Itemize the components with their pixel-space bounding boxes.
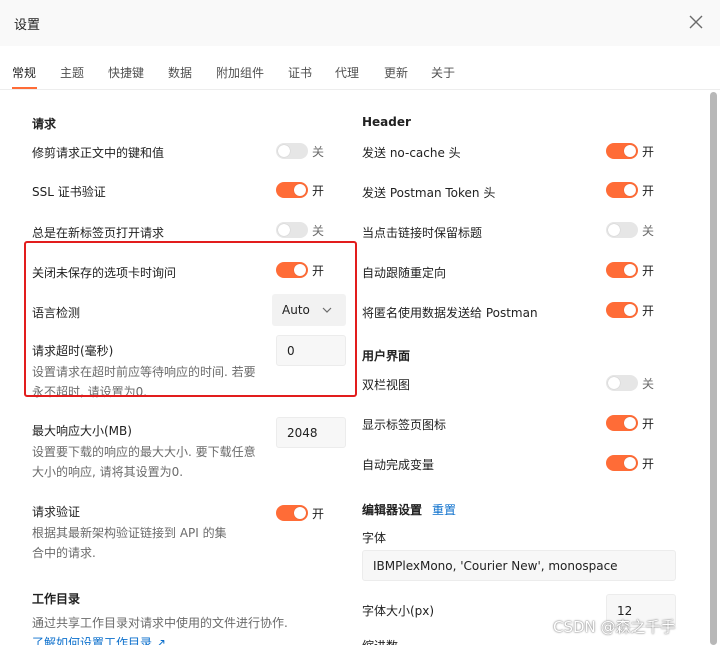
keep-title-toggle[interactable] — [606, 222, 638, 238]
no-cache-state: 开 — [642, 145, 655, 159]
request-heading: 请求 — [32, 117, 57, 131]
show-tab-icons-toggle[interactable] — [606, 415, 638, 431]
show-tab-icons-state: 开 — [642, 417, 655, 431]
postman-token-state: 开 — [642, 184, 655, 198]
ssl-verify-label: SSL 证书验证 — [32, 185, 106, 199]
font-value: IBMPlexMono, 'Courier New', monospace — [373, 558, 618, 573]
keep-title-label: 当点击链接时保留标题 — [362, 226, 483, 240]
new-tab-toggle[interactable] — [276, 222, 308, 238]
autocomplete-vars-toggle[interactable] — [606, 455, 638, 471]
request-validation-label: 请求验证 — [32, 505, 81, 519]
font-size-label: 字体大小(px) — [362, 604, 435, 618]
request-validation-toggle[interactable] — [276, 505, 308, 521]
settings-tabs: 常规 主题 快捷键 数据 附加组件 证书 代理 更新 关于 — [0, 46, 720, 90]
two-pane-state: 关 — [642, 377, 655, 391]
active-tab-indicator — [12, 87, 37, 89]
ssl-verify-state: 开 — [312, 184, 325, 198]
two-pane-label: 双栏视图 — [362, 378, 411, 392]
postman-token-label: 发送 Postman Token 头 — [362, 186, 496, 200]
scrollbar[interactable] — [710, 92, 717, 645]
tab-themes[interactable]: 主题 — [60, 64, 84, 81]
no-cache-toggle[interactable] — [606, 143, 638, 159]
new-tab-label: 总是在新标签页打开请求 — [32, 226, 165, 240]
working-directory-link[interactable]: 了解如何设置工作目录 ↗ — [32, 633, 166, 645]
header-heading: Header — [362, 115, 411, 129]
max-response-size-description: 设置要下载的响应的最大大小. 要下载任意大小的响应, 请将其设置为0. — [32, 445, 256, 479]
no-cache-label: 发送 no-cache 头 — [362, 146, 461, 160]
new-tab-state: 关 — [312, 224, 325, 238]
tab-general[interactable]: 常规 — [12, 64, 36, 81]
follow-redirect-toggle[interactable] — [606, 262, 638, 278]
request-validation-state: 开 — [312, 507, 325, 521]
postman-token-toggle[interactable] — [606, 182, 638, 198]
request-validation-description: 根据其最新架构验证链接到 API 的集合中的请求. — [32, 526, 227, 560]
working-directory-description: 通过共享工作目录对请求中使用的文件进行协作. — [32, 616, 288, 630]
tab-proxy[interactable]: 代理 — [335, 64, 359, 81]
trim-body-toggle[interactable] — [276, 143, 308, 159]
follow-redirect-label: 自动跟随重定向 — [362, 266, 447, 280]
watermark: CSDN @森之千手 — [553, 618, 676, 636]
max-response-size-input[interactable]: 2048 — [276, 417, 346, 448]
anon-data-label: 将匿名使用数据发送给 Postman — [362, 306, 538, 320]
ssl-verify-toggle[interactable] — [276, 182, 308, 198]
editor-settings-heading: 编辑器设置 — [362, 503, 423, 517]
tab-shortcuts[interactable]: 快捷键 — [108, 64, 144, 81]
follow-redirect-state: 开 — [642, 264, 655, 278]
max-response-size-label: 最大响应大小(MB) — [32, 424, 132, 438]
indent-label: 缩进数 — [362, 637, 398, 645]
tab-certificates[interactable]: 证书 — [288, 64, 312, 81]
close-icon[interactable] — [686, 12, 706, 32]
window-title: 设置 — [14, 18, 41, 33]
reset-link[interactable]: 重置 — [432, 501, 456, 518]
anon-data-state: 开 — [642, 304, 655, 318]
autocomplete-vars-label: 自动完成变量 — [362, 458, 435, 472]
tab-addons[interactable]: 附加组件 — [216, 64, 264, 81]
font-label: 字体 — [362, 531, 387, 545]
show-tab-icons-label: 显示标签页图标 — [362, 418, 447, 432]
tab-about[interactable]: 关于 — [431, 64, 455, 81]
window-titlebar: 设置 — [0, 0, 720, 46]
keep-title-state: 关 — [642, 224, 655, 238]
working-directory-heading: 工作目录 — [32, 592, 81, 606]
trim-body-label: 修剪请求正文中的键和值 — [32, 146, 165, 160]
tab-data[interactable]: 数据 — [168, 64, 192, 81]
user-interface-heading: 用户界面 — [362, 349, 411, 363]
tab-update[interactable]: 更新 — [384, 64, 408, 81]
autocomplete-vars-state: 开 — [642, 457, 655, 471]
highlight-box — [24, 241, 357, 397]
trim-body-state: 关 — [312, 145, 325, 159]
max-response-size-value: 2048 — [287, 425, 318, 440]
two-pane-toggle[interactable] — [606, 375, 638, 391]
anon-data-toggle[interactable] — [606, 302, 638, 318]
font-input[interactable]: IBMPlexMono, 'Courier New', monospace — [362, 550, 676, 581]
